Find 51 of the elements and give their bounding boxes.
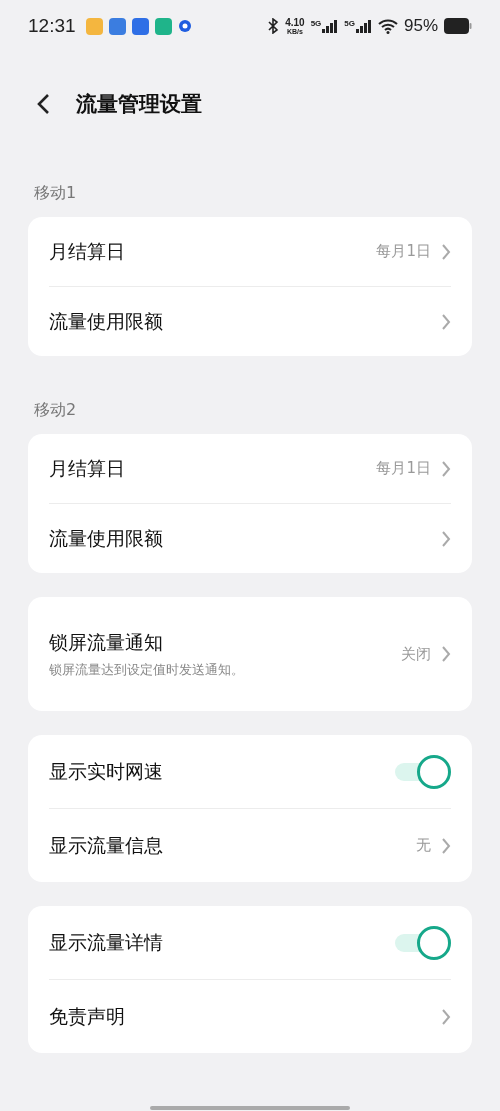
chevron-right-icon xyxy=(441,646,451,662)
row-title: 免责声明 xyxy=(49,1003,126,1029)
row-value: 关闭 xyxy=(401,644,431,664)
row-title: 显示实时网速 xyxy=(49,758,164,784)
row-title: 流量使用限额 xyxy=(49,525,164,551)
row-title: 月结算日 xyxy=(49,455,126,481)
app-icon xyxy=(131,17,149,35)
chevron-right-icon xyxy=(441,313,451,330)
settings-row[interactable]: 免责声明 xyxy=(49,979,451,1053)
page-title: 流量管理设置 xyxy=(76,91,202,118)
settings-row[interactable]: 显示实时网速 xyxy=(49,735,451,808)
row-title: 显示流量详情 xyxy=(49,929,164,955)
settings-row[interactable]: 月结算日 每月1日 xyxy=(49,217,451,286)
chevron-right-icon xyxy=(441,837,451,854)
toggle-switch[interactable] xyxy=(395,754,451,789)
chevron-right-icon xyxy=(441,460,451,477)
row-title: 流量使用限额 xyxy=(49,308,164,334)
row-title: 月结算日 xyxy=(49,238,126,264)
app-icon xyxy=(85,17,103,35)
bluetooth-icon xyxy=(267,18,280,34)
battery-icon xyxy=(444,18,472,34)
row-subtitle: 锁屏流量达到设定值时发送通知。 xyxy=(49,661,245,679)
app-icon xyxy=(108,17,126,35)
network-type: 5G xyxy=(344,19,355,28)
row-title: 锁屏流量通知 xyxy=(49,629,164,655)
settings-row[interactable]: 显示流量信息 无 xyxy=(49,808,451,882)
settings-row[interactable]: 流量使用限额 xyxy=(49,286,451,356)
row-value: 每月1日 xyxy=(376,459,431,478)
network-type: 5G xyxy=(310,19,322,28)
network-speed: 4.10 xyxy=(285,17,305,28)
section-label: 移动2 xyxy=(33,399,78,421)
row-value: 无 xyxy=(416,836,431,855)
signal-icon xyxy=(355,19,372,33)
app-icon xyxy=(177,19,192,33)
chevron-right-icon xyxy=(441,243,451,260)
settings-row[interactable]: 显示流量详情 xyxy=(49,906,451,979)
settings-row[interactable]: 锁屏流量通知 锁屏流量达到设定值时发送通知。 关闭 xyxy=(49,597,451,711)
toggle-switch[interactable] xyxy=(395,925,451,960)
wifi-icon xyxy=(377,18,398,34)
clock-time: 12:31 xyxy=(28,15,76,37)
row-title: 显示流量信息 xyxy=(49,832,164,858)
battery-percent: 95% xyxy=(403,16,438,36)
app-icon xyxy=(154,17,172,35)
row-value: 每月1日 xyxy=(376,242,431,261)
back-icon xyxy=(36,93,50,115)
signal-icon xyxy=(322,19,339,33)
chevron-right-icon xyxy=(441,530,451,547)
section-label: 移动1 xyxy=(33,182,78,204)
settings-row[interactable]: 月结算日 每月1日 xyxy=(49,434,451,503)
chevron-right-icon xyxy=(441,1008,451,1025)
settings-row[interactable]: 流量使用限额 xyxy=(49,503,451,573)
